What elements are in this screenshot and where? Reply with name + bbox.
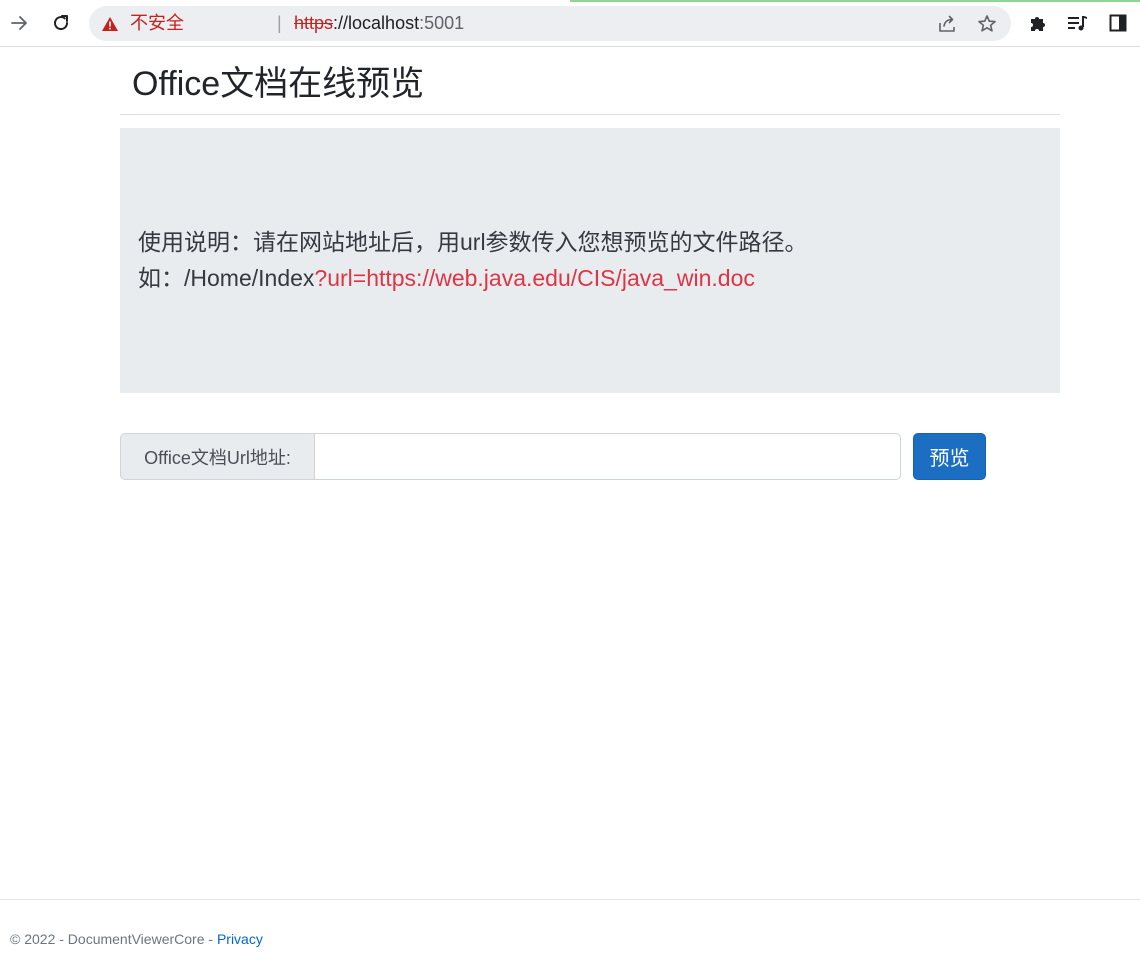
page-footer: © 2022 - DocumentViewerCore - Privacy bbox=[0, 899, 1140, 973]
forward-icon[interactable] bbox=[8, 11, 32, 35]
example-path: 如：/Home/Index bbox=[138, 265, 315, 291]
page-load-progress bbox=[570, 0, 1140, 2]
warning-icon[interactable] bbox=[101, 15, 119, 33]
example-query: ?url=https://web.java.edu/CIS/java_win.d… bbox=[314, 265, 755, 291]
extensions-puzzle-icon[interactable] bbox=[1026, 11, 1050, 35]
url-scheme: https bbox=[294, 13, 334, 33]
document-url-input[interactable] bbox=[314, 433, 901, 480]
reload-icon[interactable] bbox=[49, 11, 73, 35]
page-title: Office文档在线预览 bbox=[132, 65, 425, 103]
url-input-group: Office文档Url地址: bbox=[120, 433, 901, 480]
address-url[interactable]: https://localhost:5001 bbox=[294, 14, 464, 33]
security-status-label[interactable]: 不安全 bbox=[130, 14, 184, 33]
footer-text: © 2022 - DocumentViewerCore - Privacy bbox=[10, 930, 263, 948]
footer-copyright: © 2022 - DocumentViewerCore - bbox=[10, 931, 217, 947]
privacy-link[interactable]: Privacy bbox=[217, 931, 263, 947]
instructions-line-2: 如：/Home/Index?url=https://web.java.edu/C… bbox=[138, 260, 808, 296]
instructions-text: 使用说明：请在网站地址后，用url参数传入您想预览的文件路径。 如：/Home/… bbox=[138, 224, 808, 296]
url-input-label: Office文档Url地址: bbox=[120, 433, 314, 480]
address-separator: | bbox=[277, 13, 282, 33]
page-header: Office文档在线预览 bbox=[120, 47, 1060, 115]
bookmark-star-icon[interactable] bbox=[976, 13, 998, 35]
preview-button[interactable]: 预览 bbox=[913, 433, 986, 480]
browser-toolbar: 不安全 | https://localhost:5001 bbox=[0, 0, 1140, 47]
media-control-icon[interactable] bbox=[1065, 11, 1089, 35]
instructions-panel: 使用说明：请在网站地址后，用url参数传入您想预览的文件路径。 如：/Home/… bbox=[120, 128, 1060, 393]
url-port: :5001 bbox=[419, 13, 465, 33]
share-icon[interactable] bbox=[936, 13, 958, 35]
instructions-line-1: 使用说明：请在网站地址后，用url参数传入您想预览的文件路径。 bbox=[138, 229, 808, 255]
side-panel-icon[interactable] bbox=[1106, 11, 1130, 35]
address-bar[interactable]: 不安全 | https://localhost:5001 bbox=[89, 6, 1011, 41]
url-host: ://localhost bbox=[333, 13, 420, 33]
main-container: Office文档在线预览 使用说明：请在网站地址后，用url参数传入您想预览的文… bbox=[120, 47, 1060, 480]
